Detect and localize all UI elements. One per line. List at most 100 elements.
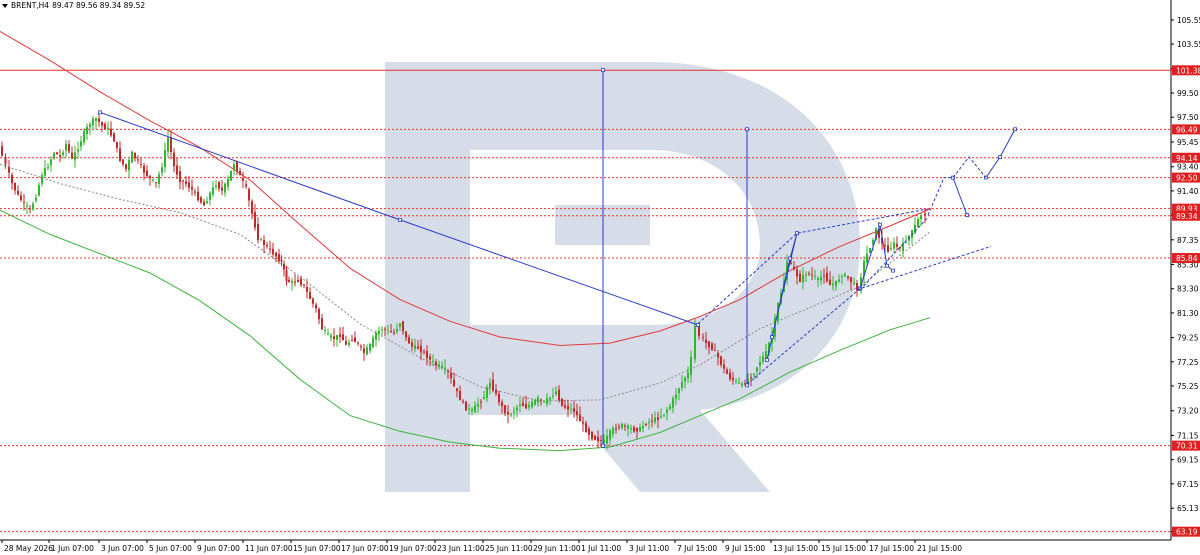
candle-body — [450, 373, 452, 379]
candle-body — [125, 164, 127, 169]
candle-body — [393, 332, 395, 334]
candle-body — [80, 141, 82, 147]
candle-body — [280, 259, 283, 262]
candle-body — [585, 423, 587, 433]
time-tick-label: 15 Jun 07:00 — [293, 544, 341, 553]
time-tick-label: 13 Jul 15:00 — [773, 544, 818, 553]
time-axis[interactable]: 28 May 20261 Jun 07:00 3 Jun 07:00 5 Jun 0… — [1, 540, 962, 553]
price-tick-label: 83.30 — [1177, 285, 1199, 294]
candle-body — [474, 405, 476, 413]
candle-body — [702, 337, 704, 339]
price-tag-label: 94.14 — [1176, 154, 1198, 163]
candle-body — [294, 281, 296, 283]
candle-body — [188, 182, 190, 188]
candle-body — [56, 152, 58, 155]
candle-body — [86, 126, 88, 135]
candle-body — [29, 208, 31, 210]
candle-body — [579, 414, 581, 422]
candle-body — [110, 128, 112, 136]
price-tag: 101.38 — [1172, 65, 1200, 76]
candle-body — [531, 402, 533, 407]
candle-body — [113, 133, 115, 142]
candle-body — [128, 160, 130, 171]
candle-body — [330, 335, 332, 338]
forecast-anchor — [965, 213, 969, 217]
candle-body — [708, 341, 710, 348]
candle-body — [291, 281, 293, 283]
candle-body — [242, 178, 244, 181]
candle-body — [300, 278, 302, 285]
candle-body — [924, 213, 926, 216]
forecast-anchor — [98, 110, 102, 115]
candle-body — [750, 377, 752, 379]
candle-body — [342, 334, 344, 341]
price-tick-label: 69.15 — [1177, 456, 1199, 465]
candle-body — [209, 192, 211, 200]
candle-body — [805, 274, 807, 276]
candle-body — [741, 383, 743, 386]
candle-body — [318, 309, 320, 320]
candle-body — [345, 340, 347, 345]
candle-body — [221, 187, 223, 191]
candle-body — [92, 118, 94, 126]
candle-body — [453, 379, 455, 387]
candle-body — [814, 276, 816, 278]
candle-body — [309, 291, 311, 299]
candle-body — [357, 342, 359, 344]
candle-body — [698, 325, 700, 337]
candle-body — [426, 351, 428, 359]
candle-body — [666, 409, 668, 413]
price-chart[interactable]: 63.19 65.13 67.15 69.15 71.15 73.20 75.25 77.25… — [0, 0, 1200, 555]
price-tag: 96.49 — [1172, 124, 1200, 135]
time-tick-label: 1 Jul 11:00 — [581, 544, 621, 553]
time-tick-label: 11 Jun 07:00 — [245, 544, 293, 553]
candle-body — [468, 408, 470, 410]
price-tick-label: 71.15 — [1177, 432, 1199, 441]
candle-body — [543, 400, 545, 402]
time-tick-label: 17 Jul 15:00 — [869, 544, 914, 553]
price-tick-label: 67.15 — [1177, 480, 1199, 489]
candle-body — [336, 335, 338, 340]
candle-body — [639, 427, 641, 432]
candle-body — [558, 389, 560, 401]
candle-body — [104, 123, 106, 130]
forecast-solid-line — [859, 224, 894, 289]
candle-body — [549, 397, 551, 400]
candle-body — [905, 242, 907, 244]
candle-body — [47, 167, 49, 169]
price-tag: 63.19 — [1172, 526, 1200, 537]
candle-body — [459, 391, 461, 401]
candle-body — [429, 356, 431, 360]
candle-body — [14, 182, 16, 191]
price-tick-label: 105.55 — [1177, 16, 1200, 25]
candle-body — [528, 405, 530, 408]
candle-body — [735, 380, 737, 382]
candle-body — [546, 398, 548, 404]
candle-body — [77, 149, 79, 152]
candle-body — [564, 405, 566, 408]
price-tag-label: 70.31 — [1176, 442, 1198, 451]
price-tag-label: 89.34 — [1176, 212, 1198, 221]
candle-body — [161, 167, 163, 173]
price-axis[interactable]: 63.19 65.13 67.15 69.15 71.15 73.20 75.25 77.25… — [1171, 16, 1200, 537]
candle-body — [297, 279, 299, 282]
price-tick-label: 91.40 — [1177, 187, 1199, 196]
candle-body — [38, 185, 40, 196]
candle-body — [306, 287, 308, 292]
candle-body — [215, 185, 217, 187]
candle-body — [917, 219, 919, 227]
candle-body — [850, 277, 852, 283]
candle-body — [197, 191, 199, 201]
candle-body — [354, 337, 356, 343]
price-tag: 89.34 — [1172, 210, 1200, 221]
candle-body — [414, 345, 416, 349]
candle-body — [492, 379, 494, 391]
candle-body — [540, 399, 542, 401]
candle-body — [645, 424, 647, 425]
price-tick-label: 103.55 — [1177, 40, 1200, 49]
candle-body — [714, 350, 716, 351]
time-tick-label: 19 Jun 07:00 — [389, 544, 437, 553]
candle-body — [420, 345, 422, 353]
candle-body — [438, 364, 440, 367]
candle-body — [657, 417, 659, 420]
